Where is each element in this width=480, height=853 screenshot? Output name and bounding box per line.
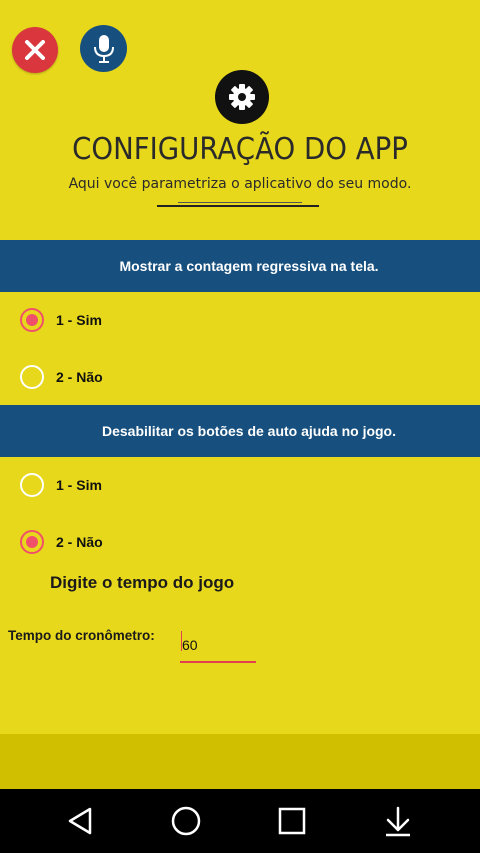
microphone-button[interactable]: [80, 25, 127, 72]
home-button[interactable]: [166, 803, 206, 839]
section-header-help-buttons: Desabilitar os botões de auto ajuda no j…: [0, 405, 480, 457]
title-divider: [178, 202, 302, 203]
radio-option-help-yes[interactable]: 1 - Sim: [20, 470, 102, 500]
footer-strip: [0, 734, 480, 789]
download-button[interactable]: [378, 803, 418, 839]
gear-icon: [229, 84, 255, 110]
recents-button[interactable]: [272, 803, 312, 839]
radio-label: 2 - Não: [56, 369, 103, 385]
close-icon: [25, 40, 45, 60]
timer-input[interactable]: [180, 629, 256, 663]
back-button[interactable]: [60, 803, 100, 839]
radio-option-countdown-yes[interactable]: 1 - Sim: [20, 305, 102, 335]
timer-label: Tempo do cronômetro:: [8, 628, 155, 643]
recents-icon: [278, 807, 306, 835]
home-icon: [171, 806, 201, 836]
radio-button[interactable]: [20, 308, 44, 332]
title-divider: [157, 205, 319, 207]
radio-label: 2 - Não: [56, 534, 103, 550]
timer-heading: Digite o tempo do jogo: [50, 573, 235, 592]
back-icon: [68, 807, 92, 835]
radio-label: 1 - Sim: [56, 312, 102, 328]
download-icon: [386, 806, 410, 837]
close-button[interactable]: [12, 27, 58, 73]
page-subtitle: Aqui você parametriza o aplicativo do se…: [68, 176, 412, 192]
radio-option-countdown-no[interactable]: 2 - Não: [20, 362, 103, 392]
radio-button[interactable]: [20, 530, 44, 554]
microphone-icon: [93, 34, 114, 63]
radio-option-help-no[interactable]: 2 - Não: [20, 527, 103, 557]
system-navigation-bar: [0, 789, 480, 853]
text-cursor: [181, 631, 182, 651]
settings-badge: [215, 70, 269, 124]
section-header-countdown: Mostrar a contagem regressiva na tela.: [0, 240, 480, 292]
radio-button[interactable]: [20, 473, 44, 497]
radio-button[interactable]: [20, 365, 44, 389]
page-title: CONFIGURAÇÃO DO APP: [72, 132, 408, 167]
radio-label: 1 - Sim: [56, 477, 102, 493]
